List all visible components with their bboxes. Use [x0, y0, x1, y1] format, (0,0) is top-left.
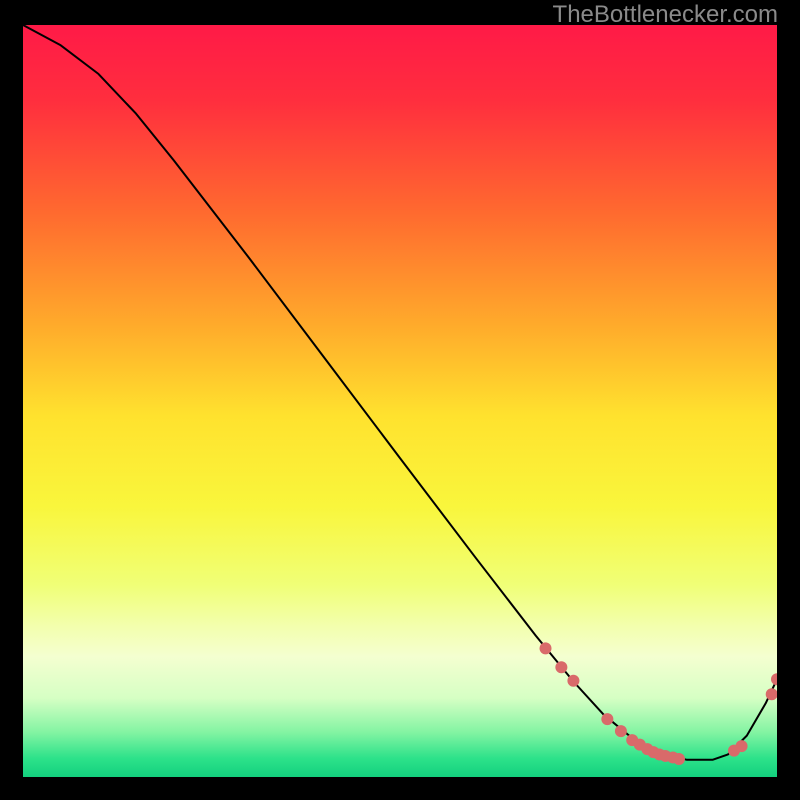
- data-point: [540, 642, 552, 654]
- data-point: [555, 661, 567, 673]
- plot-area: [23, 25, 777, 777]
- chart-root: TheBottlenecker.com: [0, 0, 800, 800]
- gradient-background: [23, 25, 777, 777]
- data-point: [601, 713, 613, 725]
- data-point: [736, 740, 748, 752]
- data-point: [567, 675, 579, 687]
- data-point: [673, 753, 685, 765]
- data-point: [615, 725, 627, 737]
